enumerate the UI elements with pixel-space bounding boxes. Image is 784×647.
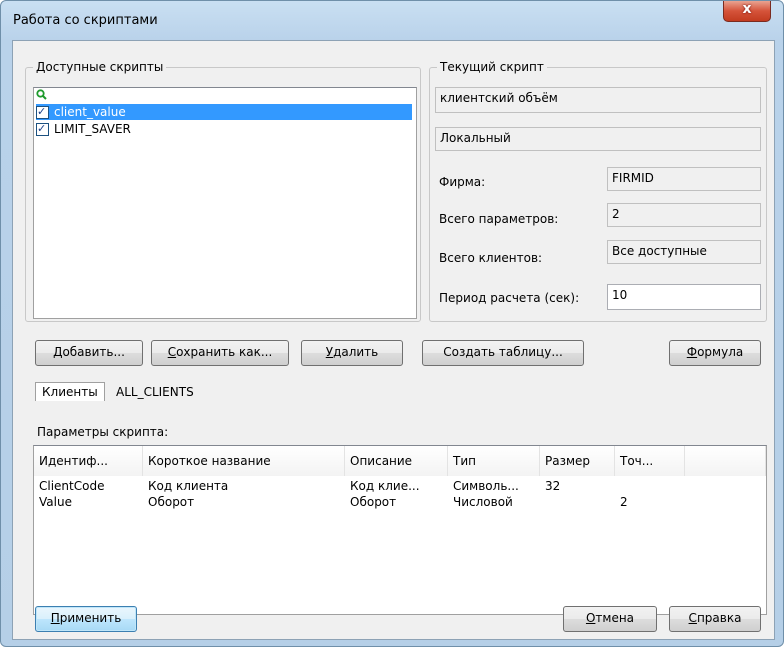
table-cell: 32 — [545, 479, 561, 493]
apply-button[interactable]: Применить — [35, 606, 137, 632]
script-type-field: Локальный — [435, 127, 761, 151]
help-button[interactable]: Справка — [669, 606, 761, 632]
column-header[interactable]: Тип — [448, 446, 540, 476]
column-header[interactable]: Короткое название — [143, 446, 345, 476]
dialog-body: Доступные скрипты client_value LIMIT_SAV… — [12, 40, 775, 640]
clients-count-field: Все доступные — [607, 240, 761, 264]
dialog-window: Работа со скриптами x Доступные скрипты … — [0, 0, 784, 647]
checkbox-icon[interactable] — [36, 104, 49, 120]
list-item[interactable]: client_value — [36, 104, 412, 120]
window-title: Работа со скриптами — [13, 13, 158, 28]
list-item-label: client_value — [54, 105, 126, 119]
close-button[interactable]: x — [723, 1, 771, 22]
delete-button[interactable]: Удалить — [301, 340, 403, 366]
clients-count-label: Всего клиентов: — [439, 251, 543, 265]
search-input[interactable] — [34, 88, 416, 104]
params-table[interactable]: Идентиф... Короткое название Описание Ти… — [33, 445, 767, 615]
clients-value: ALL_CLIENTS — [116, 385, 194, 399]
formula-button[interactable]: Формула — [669, 340, 761, 366]
cancel-button[interactable]: Отмена — [563, 606, 657, 632]
table-cell: Числовой — [453, 495, 513, 509]
scripts-list[interactable]: client_value LIMIT_SAVER — [33, 87, 417, 319]
period-input[interactable]: 10 — [607, 284, 761, 310]
column-header[interactable]: Точ... — [615, 446, 685, 476]
checkbox-icon[interactable] — [36, 121, 49, 137]
table-cell — [540, 494, 615, 510]
column-header-empty — [685, 446, 766, 476]
list-item[interactable]: LIMIT_SAVER — [36, 121, 131, 137]
params-count-field: 2 — [607, 203, 761, 227]
search-icon — [36, 89, 47, 100]
table-cell: Оборот — [148, 495, 195, 509]
table-cell: Код клиента — [148, 479, 229, 493]
table-cell: ClientCode — [39, 479, 105, 493]
table-cell: Value — [39, 495, 72, 509]
period-label: Период расчета (сек): — [439, 291, 580, 305]
table-cell: Оборот — [350, 495, 397, 509]
script-name-field: клиентский объём — [435, 87, 761, 113]
add-button[interactable]: Добавить... — [35, 340, 143, 366]
title-bar[interactable]: Работа со скриптами x — [1, 1, 783, 41]
firm-field: FIRMID — [607, 167, 761, 191]
params-count-label: Всего параметров: — [439, 212, 559, 226]
list-item-label: LIMIT_SAVER — [54, 122, 131, 136]
close-icon: x — [742, 1, 752, 17]
current-script-legend: Текущий скрипт — [437, 60, 547, 74]
column-header[interactable]: Описание — [345, 446, 448, 476]
table-cell: Символь... — [453, 479, 519, 493]
tab-clients[interactable]: Клиенты — [35, 382, 105, 401]
table-cell: 2 — [620, 495, 628, 509]
table-cell: Код клие... — [350, 479, 420, 493]
save-as-button[interactable]: Сохранить как... — [151, 340, 289, 366]
create-table-button[interactable]: Создать таблицу... — [422, 340, 584, 366]
available-scripts-legend: Доступные скрипты — [33, 60, 167, 74]
firm-label: Фирма: — [439, 175, 486, 189]
table-cell — [615, 478, 685, 494]
column-header[interactable]: Размер — [540, 446, 615, 476]
params-title: Параметры скрипта: — [37, 425, 169, 439]
column-header[interactable]: Идентиф... — [34, 446, 143, 476]
